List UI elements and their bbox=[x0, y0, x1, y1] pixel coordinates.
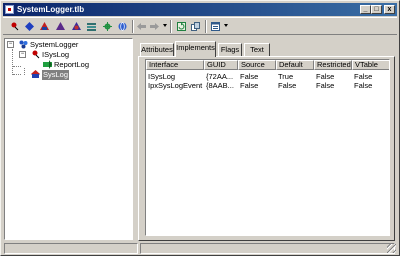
implements-panel: Interface GUID Source Default Restricted… bbox=[138, 56, 395, 241]
collapse-icon[interactable]: − bbox=[7, 41, 14, 48]
toolbar-separator bbox=[132, 20, 134, 33]
status-pane-right bbox=[140, 243, 395, 254]
diamond-blue-icon[interactable] bbox=[24, 21, 35, 32]
close-button[interactable]: x bbox=[384, 5, 395, 14]
minimize-button[interactable]: _ bbox=[360, 5, 371, 14]
details-tabs: Attributes Implements Flags Text Interfa… bbox=[138, 41, 395, 241]
stack-icon[interactable] bbox=[86, 21, 97, 32]
tab-attributes[interactable]: Attributes bbox=[140, 43, 174, 56]
collapse-icon[interactable]: − bbox=[19, 51, 26, 58]
cell-interface: ISysLog bbox=[148, 72, 176, 81]
tab-text[interactable]: Text bbox=[244, 43, 270, 56]
tree-connector bbox=[24, 68, 25, 75]
chevron-down-icon[interactable] bbox=[163, 24, 167, 27]
app-window: SystemLogger.tlb _ □ x − SystemLogger − … bbox=[0, 0, 400, 256]
column-header-interface[interactable]: Interface bbox=[146, 60, 204, 70]
cell-vtable: False bbox=[354, 72, 373, 81]
tree-connector bbox=[12, 49, 13, 67]
cell-restricted: False bbox=[316, 81, 335, 90]
tree-label-syslog: SysLog bbox=[42, 70, 70, 80]
cell-default: False bbox=[278, 81, 297, 90]
column-header-source[interactable]: Source bbox=[238, 60, 276, 70]
toolbar bbox=[3, 17, 397, 35]
refresh-icon[interactable] bbox=[176, 21, 187, 32]
app-icon bbox=[5, 5, 14, 14]
window-title: SystemLogger.tlb bbox=[17, 5, 85, 14]
status-bar bbox=[3, 242, 397, 254]
list-header: Interface GUID Source Default Restricted… bbox=[146, 60, 389, 70]
chevron-down-icon[interactable] bbox=[224, 24, 228, 27]
cell-guid: {8AAB... bbox=[206, 81, 234, 90]
cell-source: False bbox=[240, 72, 259, 81]
globe-icon[interactable] bbox=[117, 21, 128, 32]
tree-view[interactable]: − SystemLogger − ISysLog ReportLog SysLo… bbox=[4, 38, 133, 240]
status-pane-left bbox=[4, 243, 138, 254]
cell-vtable: False bbox=[354, 81, 373, 90]
tree-label-reportlog: ReportLog bbox=[54, 60, 90, 69]
forward-icon[interactable] bbox=[149, 21, 160, 32]
column-header-vtable[interactable]: VTable bbox=[352, 60, 389, 70]
maximize-button[interactable]: □ bbox=[371, 5, 382, 14]
cell-guid: {72AA... bbox=[206, 72, 234, 81]
tab-implements[interactable]: Implements bbox=[175, 41, 216, 57]
cell-default: True bbox=[278, 72, 294, 81]
tree-connector bbox=[13, 74, 21, 75]
column-header-default[interactable]: Default bbox=[276, 60, 314, 70]
cell-source: False bbox=[240, 81, 259, 90]
column-header-restricted[interactable]: Restricted bbox=[314, 60, 352, 70]
copy-icon[interactable] bbox=[190, 21, 201, 32]
gear-green-icon[interactable] bbox=[102, 21, 113, 32]
resize-grip-icon[interactable] bbox=[387, 244, 396, 253]
pin-red-icon[interactable] bbox=[9, 21, 20, 32]
cell-interface: IpxSysLogEvent bbox=[148, 81, 203, 90]
interface-pin-icon bbox=[32, 50, 40, 59]
implements-list[interactable]: Interface GUID Source Default Restricted… bbox=[145, 59, 390, 236]
toolbar-separator bbox=[205, 20, 207, 33]
tree-label-isyslog: ISysLog bbox=[42, 50, 70, 59]
method-icon bbox=[43, 60, 52, 69]
tree-connector bbox=[13, 66, 21, 67]
sphere-icon[interactable] bbox=[71, 21, 82, 32]
library-icon bbox=[19, 40, 28, 49]
tab-flags[interactable]: Flags bbox=[218, 43, 242, 56]
view-icon[interactable] bbox=[210, 21, 221, 32]
coclass-icon bbox=[31, 70, 40, 78]
title-bar[interactable]: SystemLogger.tlb _ □ x bbox=[3, 3, 397, 16]
toolbar-separator bbox=[170, 20, 172, 33]
tree-label-root: SystemLogger bbox=[30, 40, 79, 49]
shapes-red-icon[interactable] bbox=[55, 21, 66, 32]
cell-restricted: False bbox=[316, 72, 335, 81]
triangle-purple-icon[interactable] bbox=[39, 21, 50, 32]
column-header-guid[interactable]: GUID bbox=[204, 60, 238, 70]
back-icon[interactable] bbox=[136, 21, 147, 32]
